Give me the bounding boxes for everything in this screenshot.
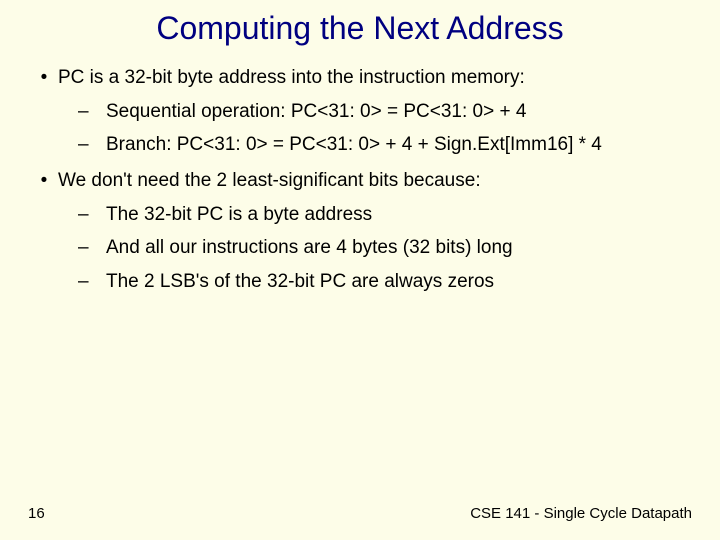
page-number: 16 xyxy=(28,505,45,522)
sub-bullet-item: – Sequential operation: PC<31: 0> = PC<3… xyxy=(78,99,690,125)
sub-bullet-text: The 2 LSB's of the 32-bit PC are always … xyxy=(106,269,690,295)
dash-icon: – xyxy=(78,132,106,158)
bullet-item: • PC is a 32-bit byte address into the i… xyxy=(30,65,690,91)
sub-bullet-text: And all our instructions are 4 bytes (32… xyxy=(106,235,690,261)
sub-bullet-text: Branch: PC<31: 0> = PC<31: 0> + 4 + Sign… xyxy=(106,132,690,158)
bullet-item: • We don't need the 2 least-significant … xyxy=(30,168,690,194)
sub-bullet-text: Sequential operation: PC<31: 0> = PC<31:… xyxy=(106,99,690,125)
dash-icon: – xyxy=(78,235,106,261)
slide: Computing the Next Address • PC is a 32-… xyxy=(0,0,720,540)
bullet-text: PC is a 32-bit byte address into the ins… xyxy=(58,65,690,91)
sub-bullet-item: – And all our instructions are 4 bytes (… xyxy=(78,235,690,261)
sub-bullet-item: – Branch: PC<31: 0> = PC<31: 0> + 4 + Si… xyxy=(78,132,690,158)
bullet-text: We don't need the 2 least-significant bi… xyxy=(58,168,690,194)
course-footer: CSE 141 - Single Cycle Datapath xyxy=(470,505,692,522)
dash-icon: – xyxy=(78,202,106,228)
bullet-icon: • xyxy=(30,65,58,91)
bullet-icon: • xyxy=(30,168,58,194)
dash-icon: – xyxy=(78,99,106,125)
sub-bullet-item: – The 32-bit PC is a byte address xyxy=(78,202,690,228)
dash-icon: – xyxy=(78,269,106,295)
sub-bullet-text: The 32-bit PC is a byte address xyxy=(106,202,690,228)
slide-title: Computing the Next Address xyxy=(0,0,720,47)
sub-bullet-item: – The 2 LSB's of the 32-bit PC are alway… xyxy=(78,269,690,295)
slide-content: • PC is a 32-bit byte address into the i… xyxy=(0,47,720,294)
